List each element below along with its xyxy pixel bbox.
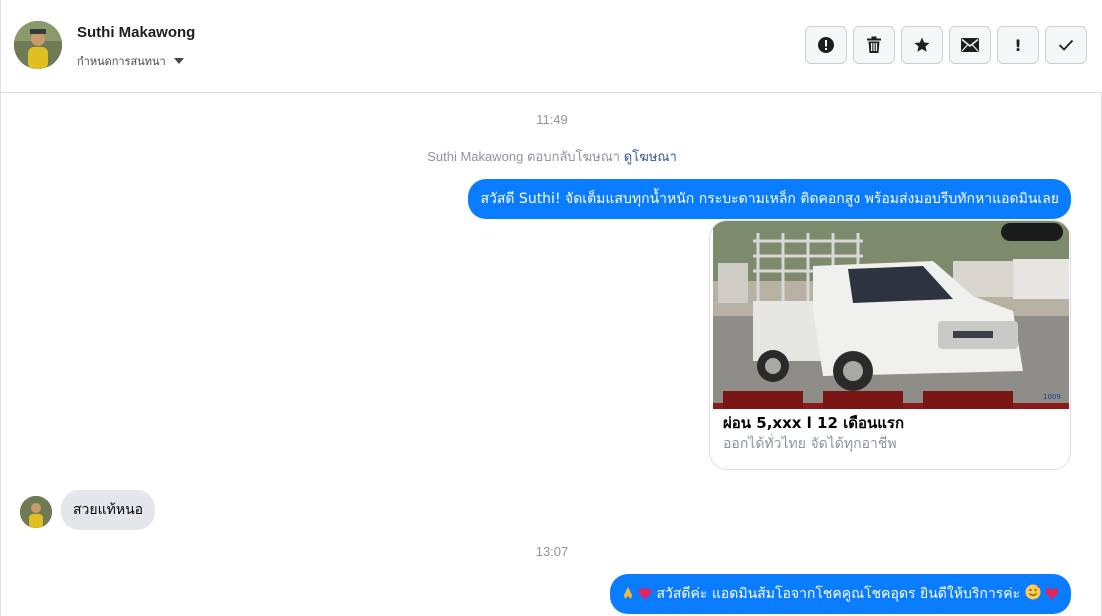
mark-done-button[interactable]: [1045, 26, 1087, 64]
status-label: กำหนดการสนทนา: [77, 55, 166, 68]
contact-name[interactable]: Suthi Makawong: [77, 24, 195, 41]
outgoing-message-text: สวัสดีค่ะ แอดมินส้มโอจากโชคคูณโชคอุดร ยิ…: [656, 586, 1021, 602]
praying-hands-icon: [623, 587, 632, 599]
outgoing-message[interactable]: สวัสดี Suthi! จัดเต็มแสบทุกน้ำหนัก กระบะ…: [468, 179, 1071, 219]
follow-up-button[interactable]: !: [997, 26, 1039, 64]
ad-card-title: ผ่อน 5,xxx l 12 เดือนแรก: [723, 414, 905, 432]
mark-unread-button[interactable]: [949, 26, 991, 64]
sender-avatar[interactable]: [20, 496, 52, 528]
heart-icon: [638, 588, 652, 600]
delete-button[interactable]: [853, 26, 895, 64]
message-thread[interactable]: 11:49 Suthi Makawong ตอบกลับโฆษณา ดูโฆษณ…: [1, 94, 1102, 616]
avatar[interactable]: [14, 21, 62, 69]
timestamp: 11:49: [536, 112, 568, 127]
view-ad-link[interactable]: ดูโฆษณา: [624, 149, 677, 164]
envelope-icon: [961, 38, 979, 52]
smiling-face-with-hearts-icon: [1025, 584, 1041, 600]
report-button[interactable]: [805, 26, 847, 64]
ad-reply-text: Suthi Makawong ตอบกลับโฆษณา: [427, 149, 621, 164]
ad-image-watermark: 1009: [1043, 393, 1061, 401]
ad-reply-note: Suthi Makawong ตอบกลับโฆษณา ดูโฆษณา: [1, 146, 1102, 167]
conversation-header: Suthi Makawong กำหนดการสนทนา !: [1, 0, 1102, 93]
ad-card-subtitle: ออกได้ทั่วไทย จัดได้ทุกอาชีพ: [723, 436, 897, 452]
incoming-message[interactable]: สวยแท้หนอ: [61, 490, 156, 530]
star-button[interactable]: [901, 26, 943, 64]
ad-image: 1009: [713, 221, 1069, 409]
report-icon: [818, 37, 834, 53]
trash-icon: [867, 36, 881, 53]
exclamation-icon: !: [1014, 35, 1022, 55]
caret-down-icon: [173, 58, 184, 64]
messenger-window: Suthi Makawong กำหนดการสนทนา ! 11:49 Sut…: [0, 0, 1102, 616]
outgoing-message[interactable]: สวัสดีค่ะ แอดมินส้มโอจากโชคคูณโชคอุดร ยิ…: [609, 574, 1071, 614]
heart-icon: [1045, 588, 1059, 600]
star-icon: [914, 37, 930, 52]
conversation-status-dropdown[interactable]: กำหนดการสนทนา: [77, 52, 184, 70]
timestamp: 13:07: [535, 544, 569, 559]
checkmark-icon: [1058, 39, 1074, 51]
action-toolbar: !: [805, 26, 1087, 64]
ad-card[interactable]: 1009 ผ่อน 5,xxx l 12 เดือนแรก ออกได้ทั่ว…: [709, 220, 1071, 470]
